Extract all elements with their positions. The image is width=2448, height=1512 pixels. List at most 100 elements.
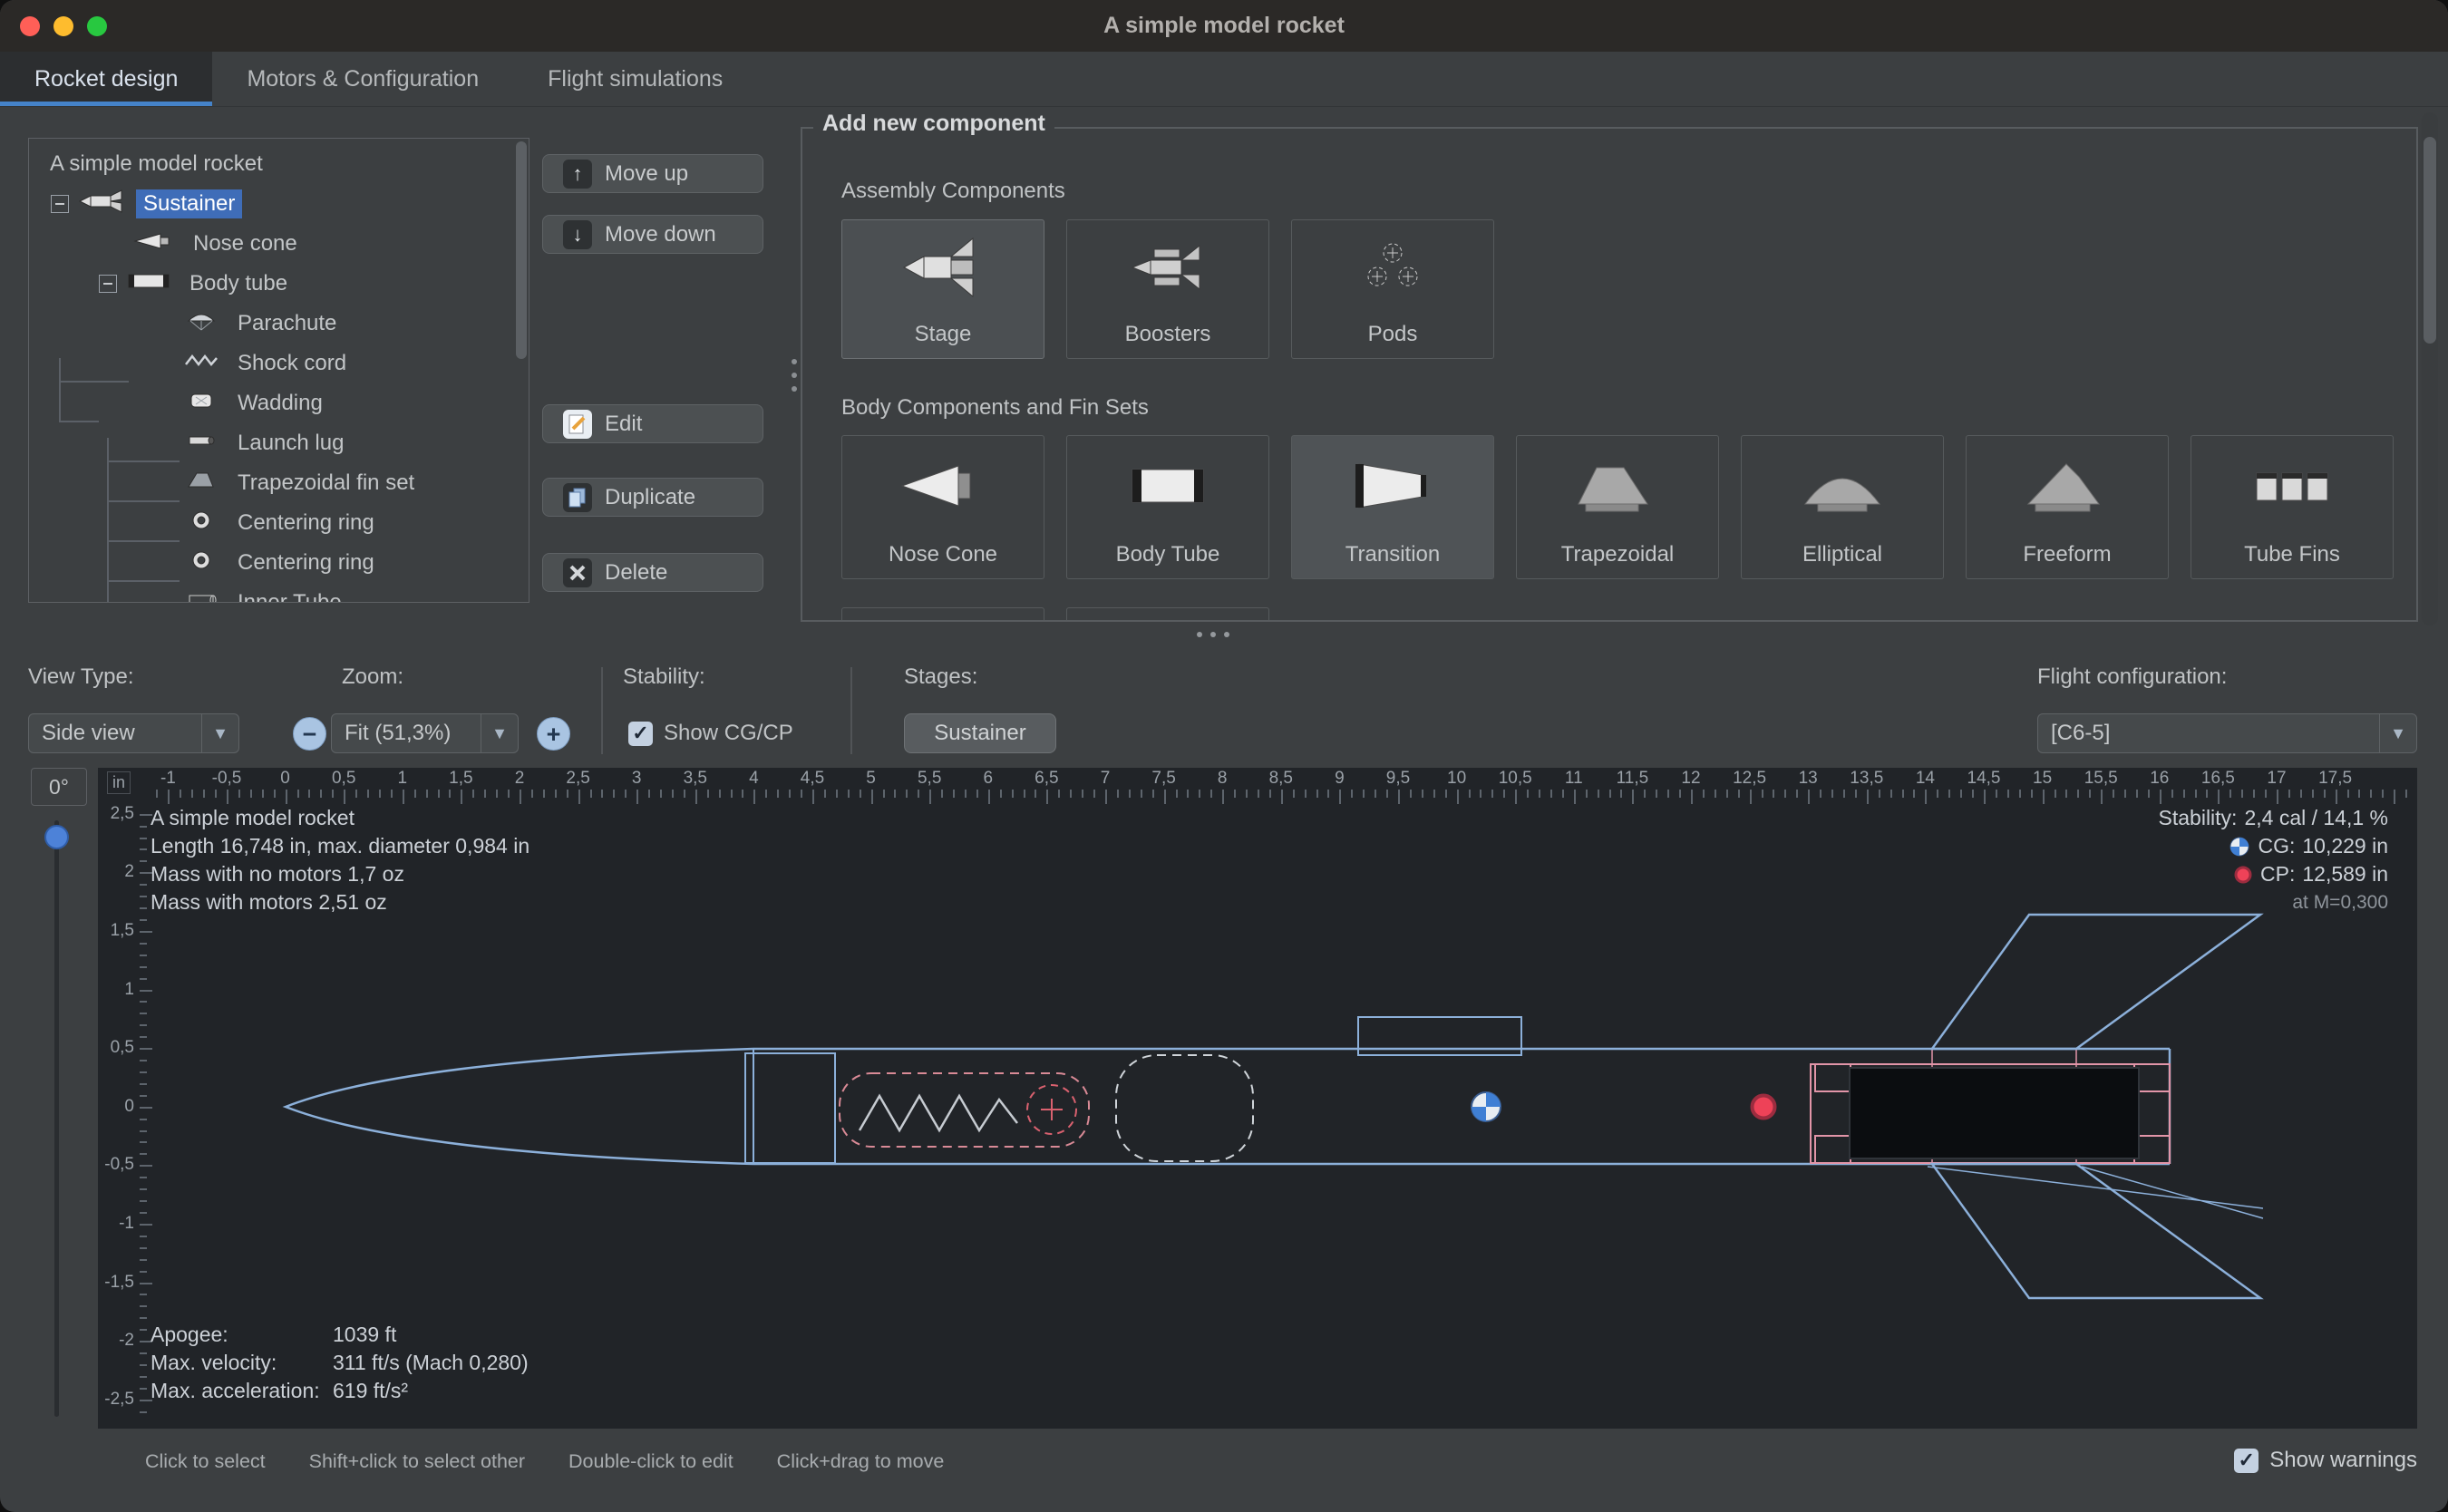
controls-divider	[601, 667, 603, 754]
tree-item[interactable]: Inner Tube	[29, 583, 514, 603]
tree-item-label: Inner Tube	[230, 588, 349, 603]
component-stage-button[interactable]: Stage	[841, 219, 1044, 359]
zoom-in-button[interactable]: +	[537, 717, 570, 751]
fin-bottom-outline[interactable]	[1932, 1164, 2260, 1298]
tab-motors-configuration[interactable]: Motors & Configuration	[212, 52, 513, 106]
duplicate-button[interactable]: Duplicate	[542, 478, 763, 517]
tree-item[interactable]: Centering ring	[29, 503, 514, 543]
component-label: Pods	[1368, 322, 1418, 347]
component-trapezoidal-button[interactable]: Trapezoidal	[1516, 435, 1719, 579]
nose-shoulder-outline[interactable]	[745, 1053, 835, 1163]
move-down-label: Move down	[605, 222, 716, 247]
component-elliptical-button[interactable]: Elliptical	[1741, 435, 1944, 579]
cg-value: 10,229 in	[2302, 832, 2388, 860]
duplicate-icon	[563, 483, 592, 512]
tree-item[interactable]: Wadding	[29, 383, 514, 423]
transition-icon	[1343, 436, 1443, 535]
chevron-down-icon: ▼	[481, 714, 518, 752]
tree-item[interactable]: Parachute	[29, 304, 514, 344]
view-type-select[interactable]: Side view ▼	[28, 713, 239, 753]
flight-configuration-select[interactable]: [C6-5] ▼	[2037, 713, 2417, 753]
view-type-label: View Type:	[28, 664, 134, 690]
rotation-slider-track[interactable]	[54, 820, 59, 1417]
tree-scrollbar[interactable]	[516, 141, 527, 359]
wadding-outline[interactable]	[1116, 1055, 1253, 1161]
tree-item-label: Centering ring	[230, 509, 382, 538]
tab-flight-simulations[interactable]: Flight simulations	[513, 52, 757, 106]
zoom-out-button[interactable]: −	[293, 717, 326, 751]
tree-item[interactable]: Sustainer	[29, 184, 514, 224]
component-clipped-button[interactable]	[841, 607, 1044, 622]
collapse-handle-icon[interactable]	[51, 195, 69, 213]
acceleration-label: Max. acceleration:	[151, 1377, 333, 1405]
hint-double-click: Double-click to edit	[568, 1450, 733, 1473]
component-label: Stage	[915, 322, 972, 347]
stage-icon	[78, 189, 125, 219]
wadding-icon	[183, 390, 219, 418]
component-transition-button[interactable]: Transition	[1291, 435, 1494, 579]
tab-rocket-design[interactable]: Rocket design	[0, 52, 212, 106]
vertical-splitter-handle[interactable]	[792, 359, 797, 392]
tree-item[interactable]: Centering ring	[29, 543, 514, 583]
show-warnings-checkbox-row[interactable]: ✓ Show warnings	[2234, 1448, 2417, 1473]
component-tree-panel[interactable]: A simple model rocket Sustainer Nose con…	[28, 138, 529, 603]
acceleration-value: 619 ft/s²	[333, 1377, 529, 1405]
tree-item[interactable]: Nose cone	[29, 224, 514, 264]
fin-set-icon	[183, 470, 219, 498]
tree-item[interactable]: Shock cord	[29, 344, 514, 383]
duplicate-label: Duplicate	[605, 485, 695, 510]
component-label: Trapezoidal	[1561, 542, 1675, 567]
component-freeform-button[interactable]: Freeform	[1966, 435, 2169, 579]
checkbox-checked-icon[interactable]: ✓	[628, 722, 653, 746]
zoom-select[interactable]: Fit (51,3%) ▼	[331, 713, 519, 753]
component-nose-cone-button[interactable]: Nose Cone	[841, 435, 1044, 579]
tree-item[interactable]: Trapezoidal fin set	[29, 463, 514, 503]
stability-caption: Stability:	[2159, 804, 2238, 832]
group-label-assembly: Assembly Components	[841, 179, 1065, 204]
component-clipped-button[interactable]	[1066, 607, 1269, 622]
app-window: A simple model rocket Rocket design Moto…	[0, 0, 2448, 1512]
stage-sustainer-toggle[interactable]: Sustainer	[904, 713, 1056, 753]
shock-cord-zigzag[interactable]	[860, 1096, 1017, 1130]
tree-item-label: Parachute	[230, 309, 344, 338]
tree-item[interactable]: Launch lug	[29, 423, 514, 463]
apogee-label: Apogee:	[151, 1321, 333, 1349]
edit-button[interactable]: Edit	[542, 404, 763, 443]
main-tabbar: Rocket design Motors & Configuration Fli…	[0, 52, 2448, 107]
centering-ring-outline[interactable]	[1815, 1064, 1851, 1091]
right-scrollbar-thumb[interactable]	[2424, 137, 2436, 344]
horizontal-splitter-handle[interactable]	[1197, 632, 1229, 637]
minimize-window-button[interactable]	[53, 16, 73, 36]
component-body-tube-button[interactable]: Body Tube	[1066, 435, 1269, 579]
rocket-view-canvas[interactable]: -1-0,500,511,522,533,544,555,566,577,588…	[98, 768, 2417, 1429]
show-cgcp-checkbox-row[interactable]: ✓ Show CG/CP	[628, 721, 793, 746]
edit-pencil-icon	[563, 410, 592, 439]
group-label-body-fins: Body Components and Fin Sets	[841, 395, 1149, 421]
add-component-panel: Assembly Components Stage Boosters Pods …	[801, 127, 2418, 622]
move-up-button[interactable]: ↑ Move up	[542, 154, 763, 193]
close-window-button[interactable]	[20, 16, 40, 36]
checkbox-checked-icon[interactable]: ✓	[2234, 1449, 2259, 1473]
nose-cone-outline[interactable]	[286, 1049, 753, 1164]
component-pods-button[interactable]: Pods	[1291, 219, 1494, 359]
component-boosters-button[interactable]: Boosters	[1066, 219, 1269, 359]
motor-block[interactable]	[1850, 1068, 2139, 1158]
delete-button[interactable]: Delete	[542, 553, 763, 592]
tree-item[interactable]: Body tube	[29, 264, 514, 304]
centering-ring-icon	[183, 549, 219, 577]
move-down-button[interactable]: ↓ Move down	[542, 215, 763, 254]
fin-top-outline[interactable]	[1932, 915, 2260, 1049]
cg-legend-icon	[2229, 836, 2250, 858]
component-tube-fins-button[interactable]: Tube Fins	[2191, 435, 2394, 579]
rocket-info-block: A simple model rocket Length 16,748 in, …	[151, 804, 529, 916]
cp-caption: CP:	[2260, 860, 2295, 888]
trapezoidal-fin-icon	[1568, 436, 1667, 535]
maximize-window-button[interactable]	[87, 16, 107, 36]
component-label: Transition	[1345, 542, 1440, 567]
tree-item[interactable]: A simple model rocket	[29, 144, 514, 184]
centering-ring-outline[interactable]	[1815, 1136, 1851, 1163]
component-label: Elliptical	[1802, 542, 1882, 567]
rotation-slider-thumb[interactable]	[44, 825, 69, 849]
collapse-handle-icon[interactable]	[99, 275, 117, 293]
apogee-value: 1039 ft	[333, 1321, 529, 1349]
